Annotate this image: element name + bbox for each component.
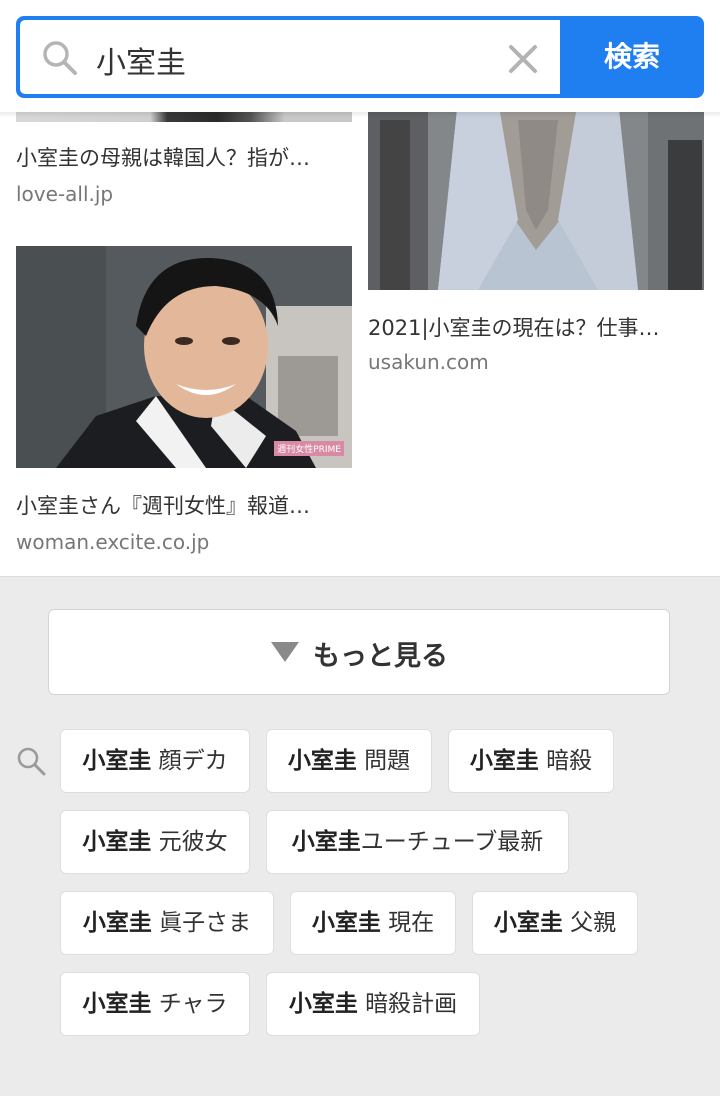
- result-source-3: woman.excite.co.jp: [16, 530, 210, 554]
- related-chip-6[interactable]: 小室圭 眞子さま: [60, 891, 274, 955]
- related-search-icon: [17, 747, 46, 776]
- search-icon: [43, 41, 77, 75]
- related-chip-2[interactable]: 小室圭 問題: [266, 729, 432, 793]
- related-chip-10[interactable]: 小室圭 暗殺計画: [266, 972, 480, 1036]
- result-title-2[interactable]: 2021|小室圭の現在は？仕事…: [368, 312, 704, 342]
- result-source-2: usakun.com: [368, 350, 489, 374]
- related-chip-4[interactable]: 小室圭 元彼女: [60, 810, 250, 874]
- clear-icon[interactable]: [508, 44, 538, 74]
- header-shadow: [0, 112, 720, 118]
- search-bar: 小室圭 検索: [16, 16, 704, 98]
- search-button[interactable]: 検索: [560, 16, 704, 98]
- result-card-2[interactable]: 2021|小室圭の現在は？仕事… usakun.com: [368, 100, 704, 380]
- related-chip-5[interactable]: 小室圭ユーチューブ最新: [266, 810, 569, 874]
- result-title-1[interactable]: 小室圭の母親は韓国人？指が…: [16, 142, 352, 172]
- thumbnail-watermark: 週刊女性PRIME: [274, 441, 344, 456]
- result-source-1: love-all.jp: [16, 182, 114, 206]
- related-chip-9[interactable]: 小室圭 チャラ: [60, 972, 250, 1036]
- result-card-3[interactable]: 週刊女性PRIME 小室圭さん『週刊女性』報道… woman.excite.co…: [16, 246, 352, 566]
- related-chip-3[interactable]: 小室圭 暗殺: [448, 729, 614, 793]
- related-chip-8[interactable]: 小室圭 父親: [472, 891, 638, 955]
- related-chip-1[interactable]: 小室圭 顔デカ: [60, 729, 250, 793]
- search-query-text[interactable]: 小室圭: [96, 38, 186, 82]
- triangle-down-icon: [271, 642, 299, 662]
- result-thumbnail-3[interactable]: 週刊女性PRIME: [16, 246, 352, 468]
- related-chip-7[interactable]: 小室圭 現在: [290, 891, 456, 955]
- result-title-3[interactable]: 小室圭さん『週刊女性』報道…: [16, 490, 352, 520]
- more-button-label: もっと見る: [313, 641, 448, 672]
- more-button[interactable]: もっと見る: [48, 609, 670, 695]
- photo-man-smiling: [16, 246, 352, 468]
- search-input[interactable]: 小室圭: [20, 20, 560, 94]
- photo-man-in-grey-jacket: [368, 100, 704, 290]
- result-thumbnail-2[interactable]: [368, 100, 704, 290]
